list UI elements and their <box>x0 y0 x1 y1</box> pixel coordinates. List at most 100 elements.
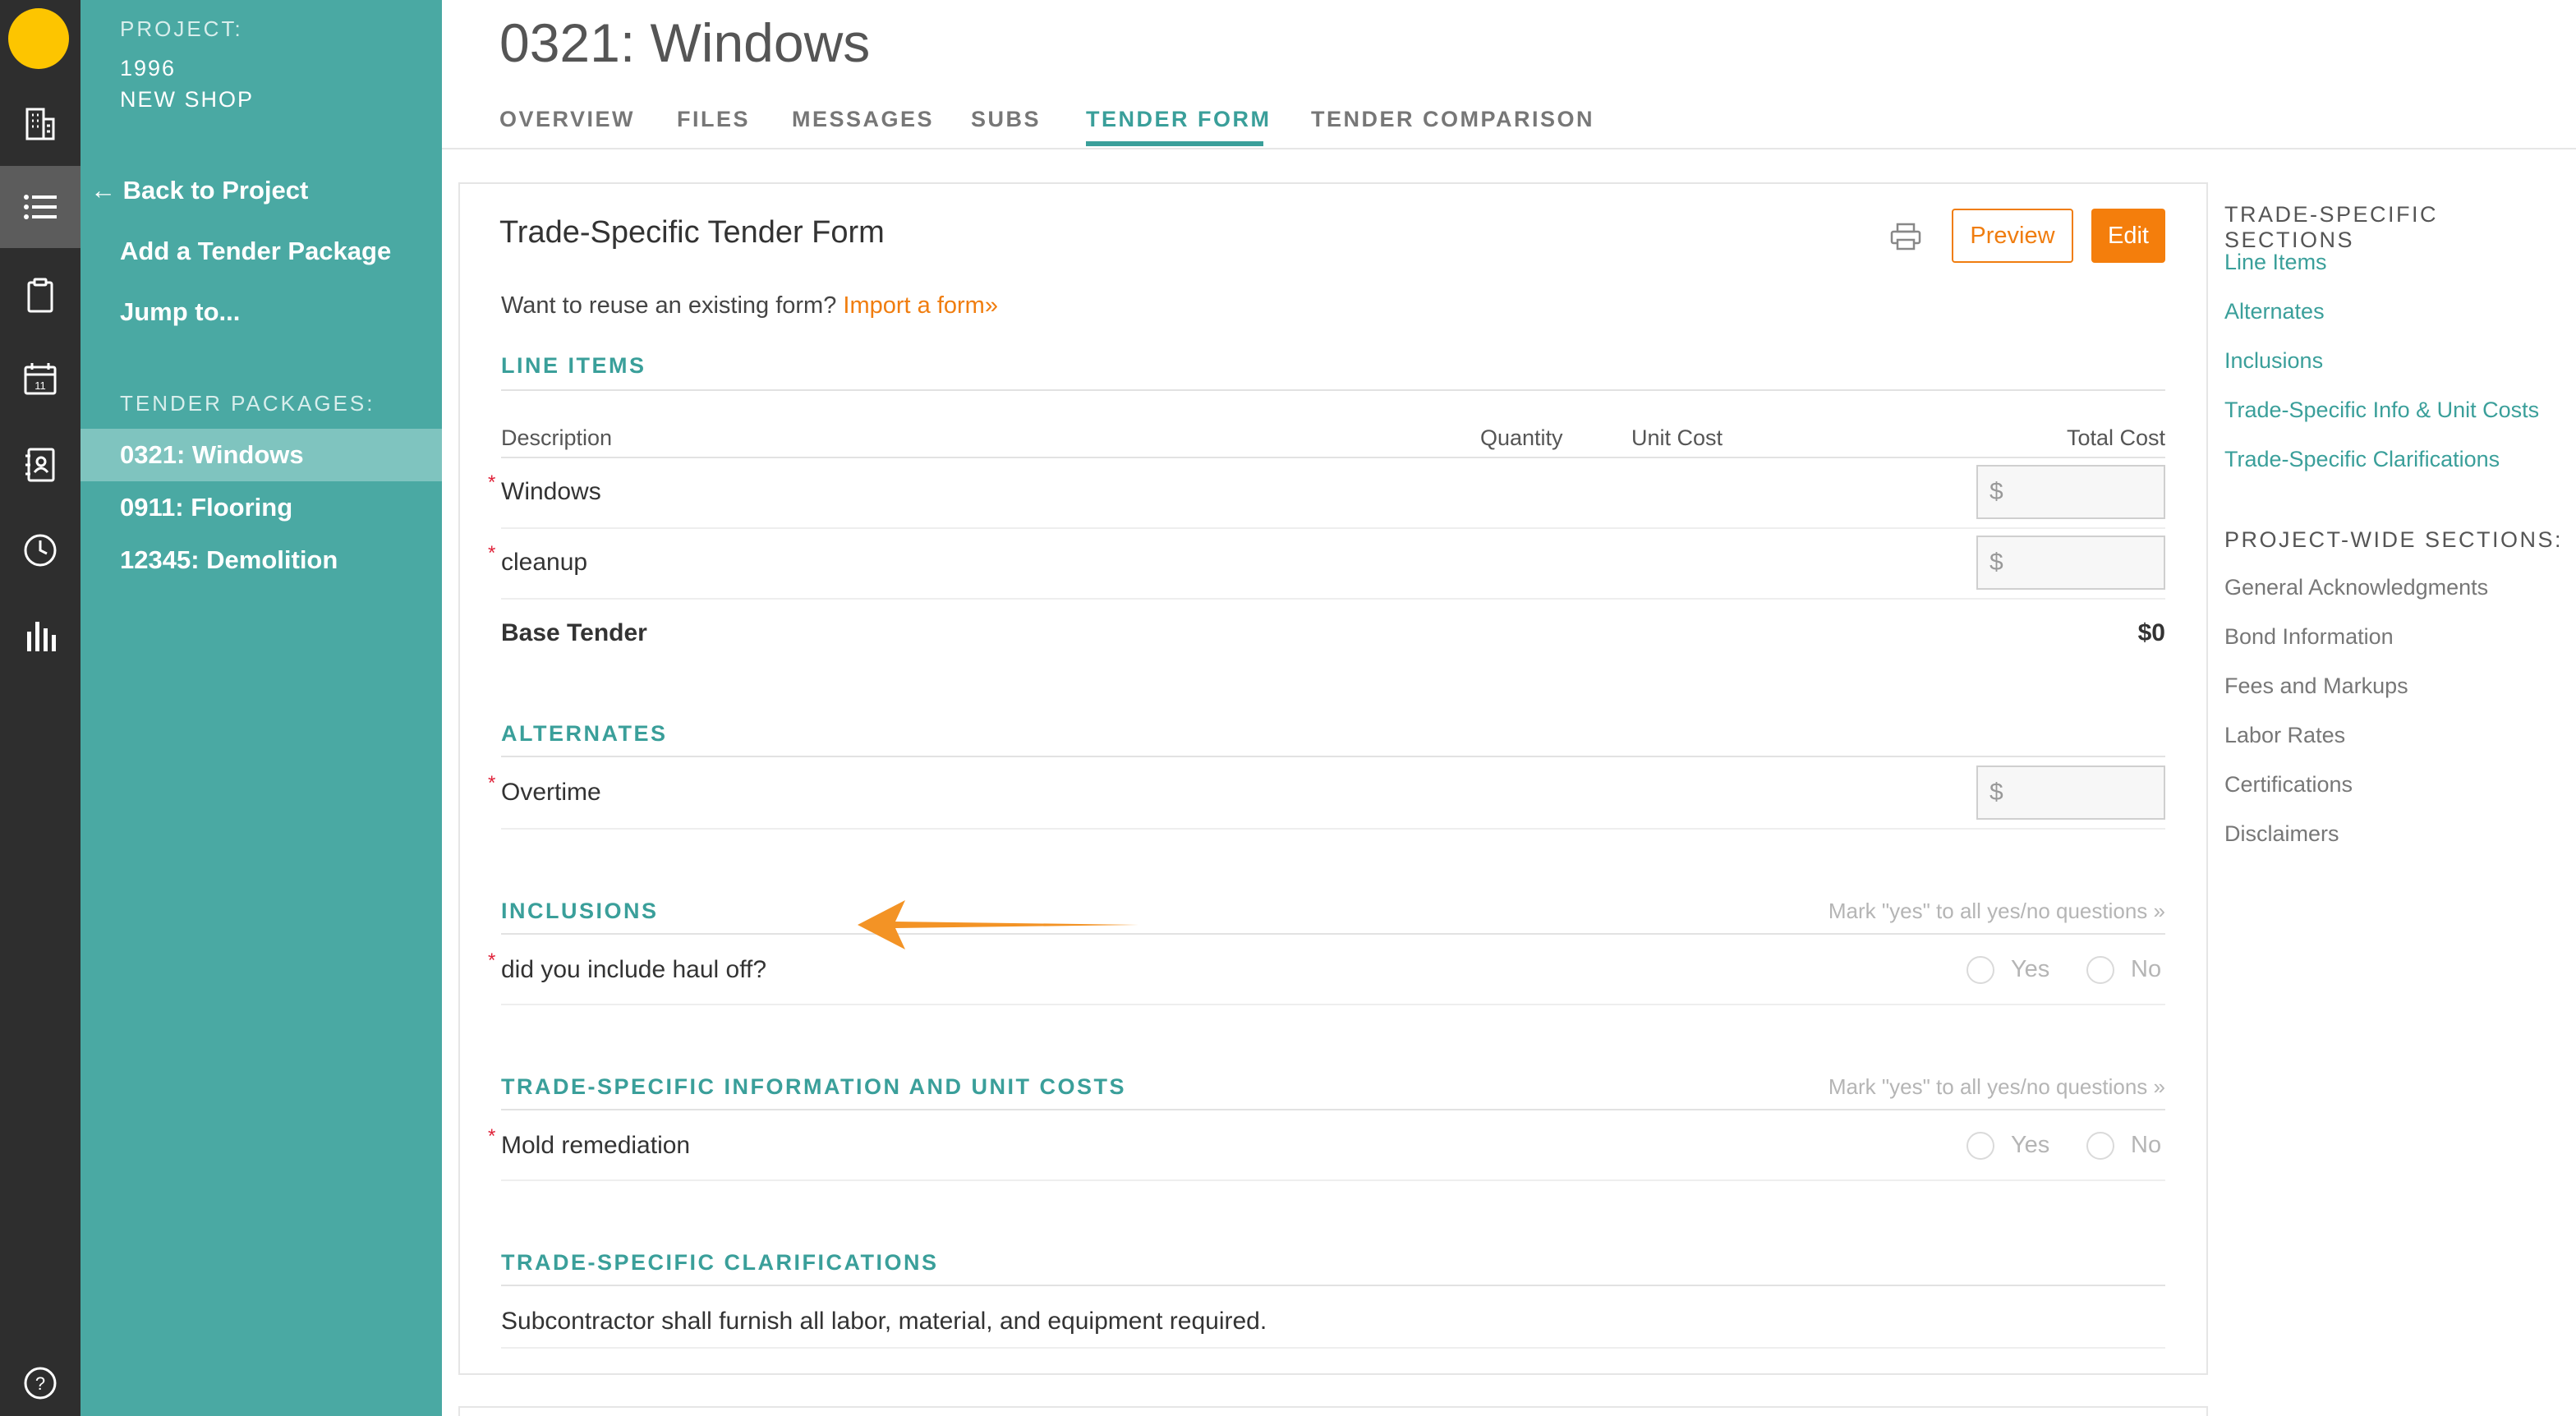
line-items-heading: LINE ITEMS <box>501 353 646 378</box>
jump-to-link[interactable]: Jump to... <box>120 297 240 327</box>
project-number: 1996 <box>120 56 177 80</box>
row-divider <box>501 598 2165 600</box>
windows-total-input[interactable]: $ <box>1976 465 2165 519</box>
tab-tender-form[interactable]: TENDER FORM <box>1086 107 1272 132</box>
mold-no-radio[interactable] <box>2086 1132 2114 1160</box>
nav-line-items[interactable]: Line Items <box>2224 250 2327 275</box>
trade-sections-heading: TRADE-SPECIFIC SECTIONS <box>2224 202 2439 252</box>
nav-certifications[interactable]: Certifications <box>2224 772 2353 798</box>
row-divider <box>501 1347 2165 1349</box>
line-item-windows: Windows <box>501 478 601 505</box>
row-divider <box>501 527 2165 529</box>
section-divider <box>501 756 2165 757</box>
table-divider <box>501 457 2165 458</box>
trade-info-heading: TRADE-SPECIFIC INFORMATION AND UNIT COST… <box>501 1074 1126 1099</box>
row-divider <box>501 1004 2165 1005</box>
required-marker: * <box>488 772 496 794</box>
project-sidebar: PROJECT: 1996 NEW SHOP ← Back to Project… <box>80 0 442 1416</box>
trade-info-mark-all-yes[interactable]: Mark "yes" to all yes/no questions » <box>1828 1074 2165 1100</box>
calendar-icon[interactable]: 11 <box>0 338 80 421</box>
no-label: No <box>2131 956 2162 982</box>
nav-labor-rates[interactable]: Labor Rates <box>2224 723 2345 748</box>
nav-trade-clarifications[interactable]: Trade-Specific Clarifications <box>2224 447 2500 472</box>
tab-files[interactable]: FILES <box>677 107 750 132</box>
no-label: No <box>2131 1132 2162 1158</box>
section-divider <box>501 389 2165 391</box>
logo-icon[interactable] <box>8 8 69 69</box>
package-flooring[interactable]: 0911: Flooring <box>80 481 442 534</box>
haul-off-no-radio[interactable] <box>2086 956 2114 984</box>
edit-button[interactable]: Edit <box>2091 209 2165 263</box>
tab-subs[interactable]: SUBS <box>971 107 1041 132</box>
package-windows[interactable]: 0321: Windows <box>80 429 442 481</box>
help-icon[interactable]: ? <box>0 1342 80 1416</box>
nav-bond-information[interactable]: Bond Information <box>2224 624 2394 650</box>
preview-button[interactable]: Preview <box>1952 209 2073 263</box>
project-label: PROJECT: <box>120 16 243 41</box>
column-unit-cost: Unit Cost <box>1631 425 1723 450</box>
back-arrow-icon: ← <box>90 176 116 205</box>
base-tender-value: $0 <box>2137 619 2165 646</box>
inclusion-haul-off: did you include haul off? <box>501 956 767 983</box>
bar-chart-icon[interactable] <box>0 595 80 677</box>
alternates-heading: ALTERNATES <box>501 721 668 746</box>
back-to-project-label: Back to Project <box>122 176 309 205</box>
required-marker: * <box>488 1125 496 1147</box>
clock-icon[interactable] <box>0 509 80 591</box>
page-title: 0321: Windows <box>499 12 871 73</box>
required-marker: * <box>488 949 496 972</box>
required-marker: * <box>488 542 496 564</box>
row-divider <box>501 828 2165 830</box>
building-icon[interactable] <box>0 82 80 164</box>
inclusions-mark-all-yes[interactable]: Mark "yes" to all yes/no questions » <box>1828 899 2165 924</box>
reuse-form-text: Want to reuse an existing form? <box>501 292 837 319</box>
back-to-project-link[interactable]: ← Back to Project <box>90 176 308 205</box>
cleanup-total-input[interactable]: $ <box>1976 536 2165 590</box>
section-divider <box>501 1109 2165 1110</box>
tab-overview[interactable]: OVERVIEW <box>499 107 635 132</box>
next-card <box>458 1406 2208 1416</box>
nav-fees-and-markups[interactable]: Fees and Markups <box>2224 674 2408 699</box>
print-icon[interactable] <box>1889 222 1922 251</box>
nav-inclusions[interactable]: Inclusions <box>2224 348 2323 374</box>
nav-disclaimers[interactable]: Disclaimers <box>2224 821 2339 847</box>
nav-trade-info[interactable]: Trade-Specific Info & Unit Costs <box>2224 398 2539 423</box>
haul-off-yes-radio[interactable] <box>1966 956 1994 984</box>
tender-form-card <box>458 182 2208 1375</box>
help-glyph: ? <box>35 1373 45 1394</box>
line-item-cleanup: cleanup <box>501 549 588 576</box>
yes-label: Yes <box>2011 1132 2050 1158</box>
mold-yes-radio[interactable] <box>1966 1132 1994 1160</box>
row-divider <box>501 1179 2165 1181</box>
tender-packages-label: TENDER PACKAGES: <box>120 391 375 416</box>
section-divider <box>501 933 2165 935</box>
column-quantity: Quantity <box>1480 425 1563 450</box>
nav-alternates[interactable]: Alternates <box>2224 299 2325 324</box>
nav-general-acknowledgments[interactable]: General Acknowledgments <box>2224 575 2488 600</box>
tab-tender-comparison[interactable]: TENDER COMPARISON <box>1311 107 1594 132</box>
column-description: Description <box>501 425 613 450</box>
header-divider <box>442 148 2576 149</box>
address-book-icon[interactable] <box>0 424 80 506</box>
add-tender-package-link[interactable]: Add a Tender Package <box>120 237 391 266</box>
overtime-total-input[interactable]: $ <box>1976 765 2165 820</box>
required-marker: * <box>488 471 496 494</box>
column-total-cost: Total Cost <box>2066 425 2165 450</box>
clarification-text: Subcontractor shall furnish all labor, m… <box>501 1308 1267 1335</box>
alternate-overtime: Overtime <box>501 779 601 806</box>
tab-messages[interactable]: MESSAGES <box>792 107 934 132</box>
calendar-day: 11 <box>34 379 46 392</box>
form-title: Trade-Specific Tender Form <box>499 215 885 250</box>
clarifications-heading: TRADE-SPECIFIC CLARIFICATIONS <box>501 1250 939 1275</box>
list-icon[interactable] <box>0 166 80 248</box>
active-tab-indicator <box>1086 141 1263 146</box>
project-name: NEW SHOP <box>120 87 255 112</box>
import-form-link[interactable]: Import a form» <box>843 292 998 319</box>
section-divider <box>501 1285 2165 1286</box>
yes-label: Yes <box>2011 956 2050 982</box>
project-sections-heading: PROJECT-WIDE SECTIONS: <box>2224 527 2564 552</box>
clipboard-icon[interactable] <box>0 255 80 337</box>
icon-rail: 11 ? <box>0 0 80 1416</box>
package-demolition[interactable]: 12345: Demolition <box>80 534 442 586</box>
trade-info-mold-remediation: Mold remediation <box>501 1132 691 1159</box>
